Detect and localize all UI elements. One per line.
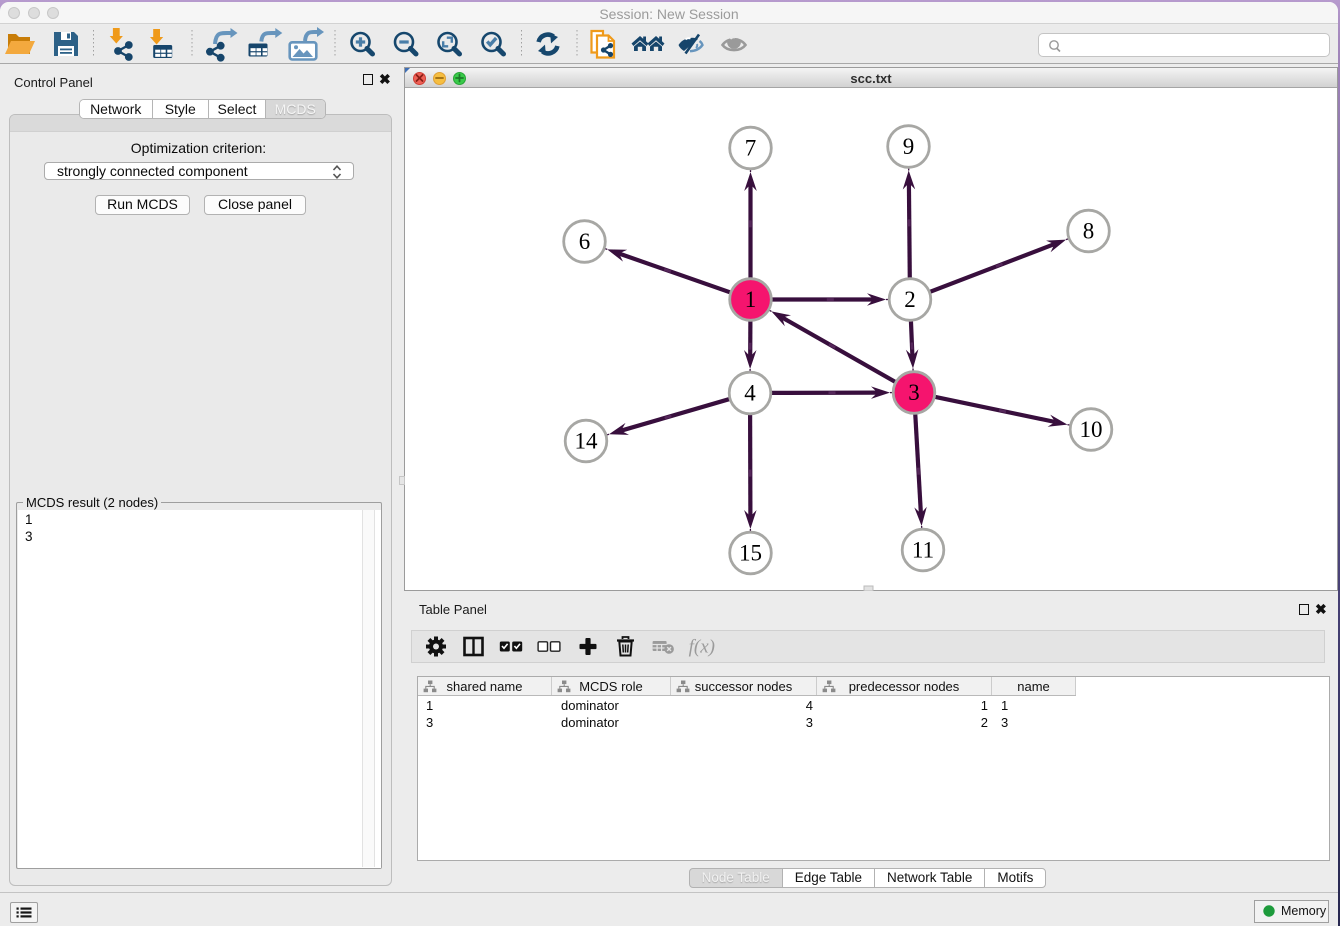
svg-text:3: 3 (908, 380, 920, 405)
svg-text:10: 10 (1080, 417, 1103, 442)
svg-text:2: 2 (904, 287, 916, 312)
svg-text:7: 7 (745, 136, 757, 161)
svg-text:6: 6 (579, 229, 591, 254)
svg-text:4: 4 (744, 381, 756, 406)
svg-text:15: 15 (739, 541, 762, 566)
svg-text:1: 1 (745, 287, 757, 312)
svg-text:14: 14 (575, 429, 599, 454)
svg-text:11: 11 (912, 538, 934, 563)
svg-text:9: 9 (903, 134, 915, 159)
svg-text:f(x): f(x) (689, 637, 715, 658)
svg-text:8: 8 (1083, 219, 1095, 244)
